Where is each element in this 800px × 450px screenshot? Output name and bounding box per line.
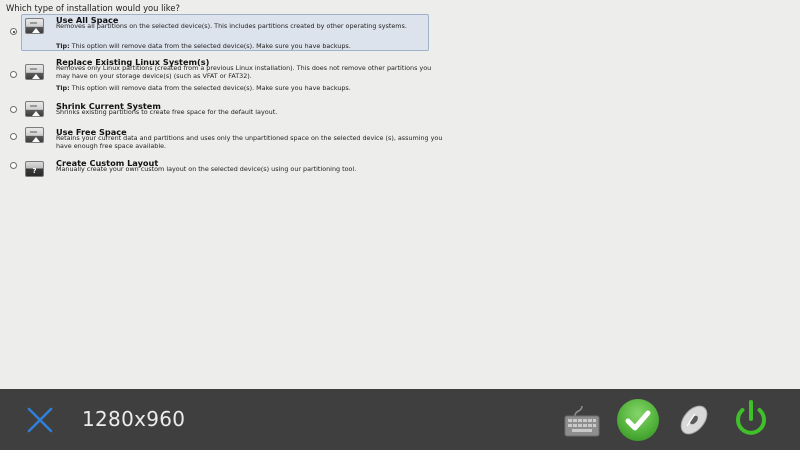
close-icon[interactable] — [26, 406, 54, 434]
option-description: Shrinks existing partitions to create fr… — [56, 108, 278, 116]
option-tip: Tip: This option will remove data from t… — [56, 42, 351, 50]
power-icon[interactable] — [731, 399, 771, 443]
radio-custom-layout[interactable] — [10, 162, 17, 169]
tip-label: Tip: — [56, 42, 70, 50]
keyboard-icon[interactable] — [563, 404, 601, 442]
tip-text: This option will remove data from the se… — [69, 42, 351, 50]
disk-shrink-icon — [25, 101, 44, 117]
disk-free-icon — [25, 127, 44, 143]
option-custom-layout[interactable]: ? Create Custom Layout Manually create y… — [10, 156, 429, 178]
disk-icon — [25, 64, 44, 80]
option-description: Removes all partitions on the selected d… — [56, 22, 407, 30]
option-replace-linux[interactable]: Replace Existing Linux System(s) Removes… — [10, 55, 431, 93]
radio-use-all-space[interactable] — [10, 28, 17, 35]
disk-custom-icon: ? — [25, 161, 44, 177]
bottom-toolbar: 1280x960 — [0, 389, 800, 450]
option-shrink-current[interactable]: Shrink Current System Shrinks existing p… — [10, 99, 429, 121]
option-description: Removes only Linux partitions (created f… — [56, 64, 432, 80]
tip-text: This option will remove data from the se… — [69, 84, 351, 92]
checkmark-icon[interactable] — [617, 399, 659, 441]
resolution-label: 1280x960 — [82, 407, 186, 431]
option-tip: Tip: This option will remove data from t… — [56, 84, 351, 92]
radio-shrink-current[interactable] — [10, 106, 17, 113]
radio-use-free-space[interactable] — [10, 133, 17, 140]
option-description: Manually create your own custom layout o… — [56, 165, 357, 173]
option-description: Retains your current data and partitions… — [56, 134, 443, 150]
question-mark-glyph: ? — [32, 167, 37, 175]
radio-replace-linux[interactable] — [10, 71, 17, 78]
option-use-all-space[interactable]: Use All Space Removes all partitions on … — [10, 14, 429, 51]
page-question: Which type of installation would you lik… — [6, 3, 180, 13]
option-use-free-space[interactable]: Use Free Space Retains your current data… — [10, 125, 442, 153]
disc-icon[interactable] — [675, 401, 713, 443]
tip-label: Tip: — [56, 84, 70, 92]
disk-icon — [25, 18, 44, 34]
